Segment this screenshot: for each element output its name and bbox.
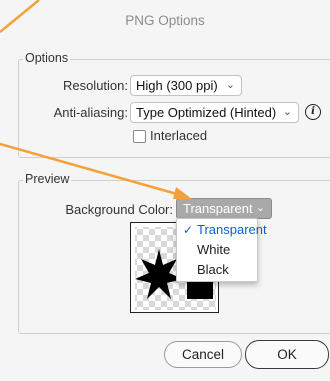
menu-item-label: Transparent	[197, 222, 267, 237]
resolution-dropdown[interactable]: High (300 ppi) ⌄	[130, 75, 242, 96]
background-color-menu: ✓ Transparent White Black	[176, 218, 267, 282]
preview-legend: Preview	[23, 172, 72, 186]
resolution-label: Resolution:	[62, 78, 128, 93]
menu-item-transparent[interactable]: ✓ Transparent	[177, 220, 267, 240]
antialias-label: Anti-aliasing:	[53, 105, 128, 120]
menu-item-label: White	[197, 242, 231, 257]
ok-button[interactable]: OK	[245, 340, 329, 369]
menu-item-black[interactable]: Black	[177, 260, 257, 280]
chevron-down-icon: ⌄	[282, 106, 292, 118]
interlaced-checkbox[interactable]	[133, 130, 146, 143]
dialog-title: PNG Options	[125, 13, 205, 28]
chevron-down-icon: ⌄	[255, 202, 265, 214]
chevron-down-icon: ⌄	[225, 79, 235, 91]
interlaced-label: Interlaced	[150, 128, 208, 143]
background-color-value: Transparent	[183, 201, 253, 216]
antialias-value: Type Optimized (Hinted)	[136, 105, 277, 120]
background-color-dropdown[interactable]: Transparent ⌄	[176, 198, 272, 219]
antialias-dropdown[interactable]: Type Optimized (Hinted) ⌄	[130, 102, 299, 123]
resolution-value: High (300 ppi)	[136, 78, 218, 93]
menu-item-white[interactable]: White	[177, 240, 257, 260]
cancel-button[interactable]: Cancel	[164, 341, 242, 368]
menu-item-label: Black	[197, 262, 229, 277]
checkmark-icon: ✓	[183, 223, 194, 237]
background-color-label: Background Color:	[65, 202, 173, 217]
info-icon[interactable]: i	[305, 104, 321, 120]
options-legend: Options	[23, 51, 71, 65]
